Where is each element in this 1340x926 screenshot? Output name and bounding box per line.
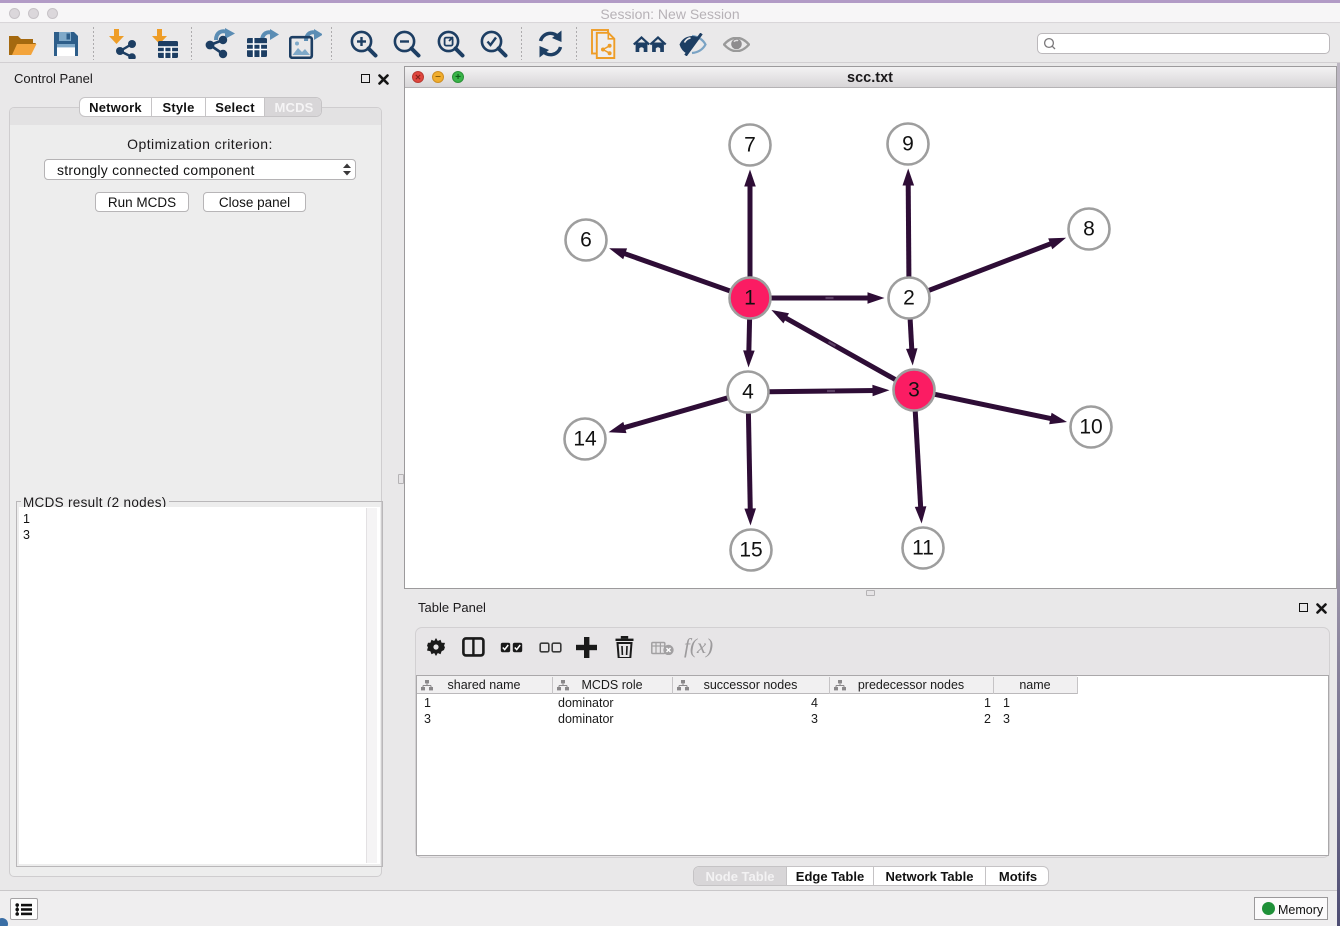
svg-text:8: 8 [1083,218,1095,241]
svg-text:7: 7 [744,134,756,157]
svg-text:4: 4 [742,381,754,404]
svg-text:2: 2 [903,287,915,310]
svg-text:11: 11 [912,537,934,560]
svg-text:9: 9 [902,133,914,156]
svg-text:1: 1 [744,287,756,310]
svg-text:6: 6 [580,229,592,252]
svg-text:10: 10 [1079,416,1102,439]
svg-text:3: 3 [908,379,920,402]
svg-text:14: 14 [573,428,597,451]
svg-text:15: 15 [739,539,762,562]
